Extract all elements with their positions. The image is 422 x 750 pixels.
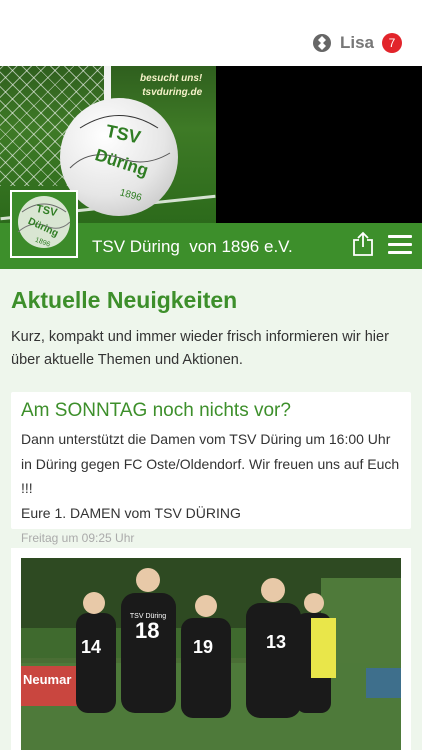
ball-text-during: Düring (93, 145, 151, 180)
news-body-signature: Eure 1. DAMEN vom TSV DÜRING (21, 504, 241, 521)
ball-text-tsv: TSV (104, 121, 142, 148)
club-logo[interactable]: TSV Düring 1896 (10, 190, 78, 258)
page-title: Aktuelle Neuigkeiten (11, 287, 238, 313)
banner-text: Neumar (23, 672, 71, 687)
user-menu[interactable]: Lisa 7 (312, 33, 402, 53)
team-photo: Neumar TSV Düring 14 18 19 13 (21, 558, 401, 750)
news-card[interactable]: Am SONNTAG noch nichts vor? Dann unterst… (11, 392, 411, 545)
news-timestamp: Freitag um 09:25 Uhr (21, 531, 135, 545)
jersey-number-3: 19 (193, 637, 213, 657)
jersey-number-1: 14 (81, 637, 101, 657)
news-body: Dann unterstützt die Damen vom TSV Dürin… (21, 427, 401, 525)
news-title[interactable]: Am SONNTAG noch nichts vor? (21, 400, 401, 422)
promo-line2: tsvduring.de (142, 87, 203, 98)
jersey-number-4: 13 (266, 632, 286, 652)
logo-ball-icon: TSV Düring 1896 (12, 192, 76, 256)
hamburger-menu-icon[interactable] (388, 235, 412, 255)
share-icon[interactable] (352, 231, 374, 257)
jersey-number-2: 18 (135, 618, 159, 643)
ball-text-year: 1896 (118, 187, 143, 203)
promo-text: besucht uns! tsvduring.de (140, 72, 202, 100)
notification-badge[interactable]: 7 (382, 33, 402, 53)
club-name: TSV Düring von 1896 e.V. (92, 237, 293, 256)
team-photo-illustration: Neumar TSV Düring 14 18 19 13 (21, 558, 401, 750)
promo-line1: besucht uns! (140, 73, 203, 84)
top-bar: Lisa 7 (0, 0, 422, 66)
news-body-text: Dann unterstützt die Damen vom TSV Dürin… (21, 431, 400, 496)
page-description: Kurz, kompakt und immer wieder frisch in… (11, 329, 389, 368)
user-link-icon (312, 34, 331, 52)
photo-news-card[interactable]: Neumar TSV Düring 14 18 19 13 (11, 548, 411, 750)
user-name: Lisa (339, 33, 374, 52)
